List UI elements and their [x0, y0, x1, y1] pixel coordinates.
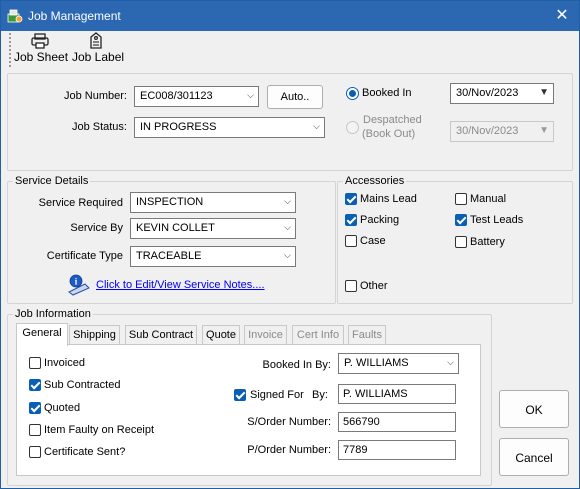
other-label: Other	[360, 280, 388, 292]
service-required-label: Service Required	[38, 197, 123, 209]
signed-for-label: Signed For	[250, 389, 304, 401]
job-management-window: Job Management ✕ Job Sheet Job Label Job…	[0, 0, 580, 489]
job-label-label: Job Label	[72, 50, 125, 64]
packing-checkbox[interactable]	[345, 214, 357, 226]
packing-label: Packing	[360, 214, 400, 226]
job-label-button[interactable]: Job Label	[71, 32, 125, 66]
test-leads-label: Test Leads	[470, 214, 524, 226]
app-icon	[7, 8, 23, 27]
job-status-label: Job Status:	[71, 121, 127, 133]
job-sheet-button[interactable]: Job Sheet	[13, 32, 69, 66]
sorder-number-label: S/Order Number:	[247, 416, 331, 428]
chevron-down-icon: ⌵	[284, 222, 291, 232]
job-status-combo[interactable]: IN PROGRESS ⌵	[134, 117, 325, 138]
cancel-button[interactable]: Cancel	[499, 438, 569, 476]
manual-checkbox[interactable]	[455, 193, 467, 205]
case-checkbox[interactable]	[345, 235, 357, 247]
certificate-type-value: TRACEABLE	[136, 250, 202, 262]
tab-shipping[interactable]: Shipping	[69, 325, 120, 344]
chevron-down-icon: ⌵	[284, 250, 291, 260]
dropdown-arrow-icon: ▼	[539, 125, 549, 136]
tab-sub-contract[interactable]: Sub Contract	[125, 325, 197, 344]
booked-in-by-combo[interactable]: P. WILLIAMS ⌵	[338, 353, 459, 374]
booked-in-label: Booked In	[362, 87, 412, 99]
service-required-value: INSPECTION	[136, 196, 204, 208]
title-bar: Job Management ✕	[1, 1, 579, 31]
sub-contracted-label: Sub Contracted	[44, 379, 121, 391]
booked-in-radio[interactable]	[346, 87, 359, 100]
service-by-combo[interactable]: KEVIN COLLET ⌵	[130, 218, 296, 239]
despatched-date: 30/Nov/2023	[456, 125, 519, 137]
book-out-label: (Book Out)	[362, 128, 416, 140]
manual-label: Manual	[470, 193, 507, 205]
job-number-combo[interactable]: EC008/301123 ⌵	[134, 86, 259, 107]
service-by-label: Service By	[70, 222, 123, 234]
despatched-date-picker[interactable]: 30/Nov/2023 ▼	[450, 121, 554, 142]
signed-for-checkbox[interactable]	[234, 389, 246, 401]
invoiced-checkbox[interactable]	[29, 357, 41, 369]
tag-icon	[89, 32, 103, 52]
tab-faults[interactable]: Faults	[348, 325, 386, 344]
certificate-type-label: Certificate Type	[46, 250, 123, 262]
service-details-legend: Service Details	[13, 175, 91, 187]
service-required-combo[interactable]: INSPECTION ⌵	[130, 192, 296, 213]
service-by-value: KEVIN COLLET	[136, 222, 215, 234]
certificate-sent-label: Certificate Sent?	[44, 446, 126, 458]
mains-lead-label: Mains Lead	[360, 193, 417, 205]
battery-checkbox[interactable]	[455, 236, 467, 248]
item-faulty-label: Item Faulty on Receipt	[44, 424, 155, 436]
tab-quote[interactable]: Quote	[202, 325, 240, 344]
porder-number-input[interactable]: 7789	[338, 440, 456, 460]
booked-in-date: 30/Nov/2023	[456, 87, 519, 99]
item-faulty-checkbox[interactable]	[29, 424, 41, 436]
signed-for-by-label: By:	[312, 389, 328, 401]
chevron-down-icon: ⌵	[284, 196, 291, 206]
invoiced-label: Invoiced	[44, 357, 85, 369]
info-notes-icon[interactable]: i	[67, 274, 91, 299]
dropdown-arrow-icon: ▼	[539, 87, 549, 98]
tab-cert-info[interactable]: Cert Info	[292, 325, 344, 344]
job-number-label: Job Number:	[64, 90, 127, 102]
toolbar-grip	[9, 33, 12, 67]
signed-for-input[interactable]: P. WILLIAMS	[338, 384, 456, 404]
accessories-legend: Accessories	[343, 175, 407, 187]
test-leads-checkbox[interactable]	[455, 214, 467, 226]
tab-general[interactable]: General	[16, 323, 68, 346]
chevron-down-icon: ⌵	[447, 357, 454, 367]
battery-label: Battery	[470, 236, 505, 248]
service-notes-link[interactable]: Click to Edit/View Service Notes....	[96, 279, 265, 291]
job-status-value: IN PROGRESS	[140, 121, 217, 133]
quoted-label: Quoted	[44, 402, 81, 414]
chevron-down-icon: ⌵	[313, 121, 320, 131]
sorder-number-input[interactable]: 566790	[338, 412, 456, 432]
case-label: Case	[360, 235, 386, 247]
auto-button[interactable]: Auto..	[267, 85, 323, 109]
chevron-down-icon: ⌵	[247, 90, 254, 100]
tab-invoice[interactable]: Invoice	[244, 325, 287, 344]
quoted-checkbox[interactable]	[29, 402, 41, 414]
close-icon[interactable]: ✕	[550, 5, 574, 27]
sub-contracted-checkbox[interactable]	[29, 379, 41, 391]
other-checkbox[interactable]	[345, 280, 357, 292]
window-title: Job Management	[28, 9, 121, 23]
job-number-value: EC008/301123	[140, 90, 213, 102]
mains-lead-checkbox[interactable]	[345, 193, 357, 205]
ok-button[interactable]: OK	[499, 390, 569, 428]
despatched-radio[interactable]	[346, 121, 359, 134]
job-information-legend: Job Information	[13, 308, 93, 320]
booked-in-by-value: P. WILLIAMS	[344, 357, 409, 369]
job-sheet-label: Job Sheet	[14, 50, 69, 64]
despatched-label: Despatched	[363, 114, 422, 126]
porder-number-label: P/Order Number:	[247, 444, 331, 456]
certificate-sent-checkbox[interactable]	[29, 446, 41, 458]
certificate-type-combo[interactable]: TRACEABLE ⌵	[130, 246, 296, 267]
booked-in-by-label: Booked In By:	[262, 359, 332, 371]
booked-in-date-picker[interactable]: 30/Nov/2023 ▼	[450, 83, 554, 104]
